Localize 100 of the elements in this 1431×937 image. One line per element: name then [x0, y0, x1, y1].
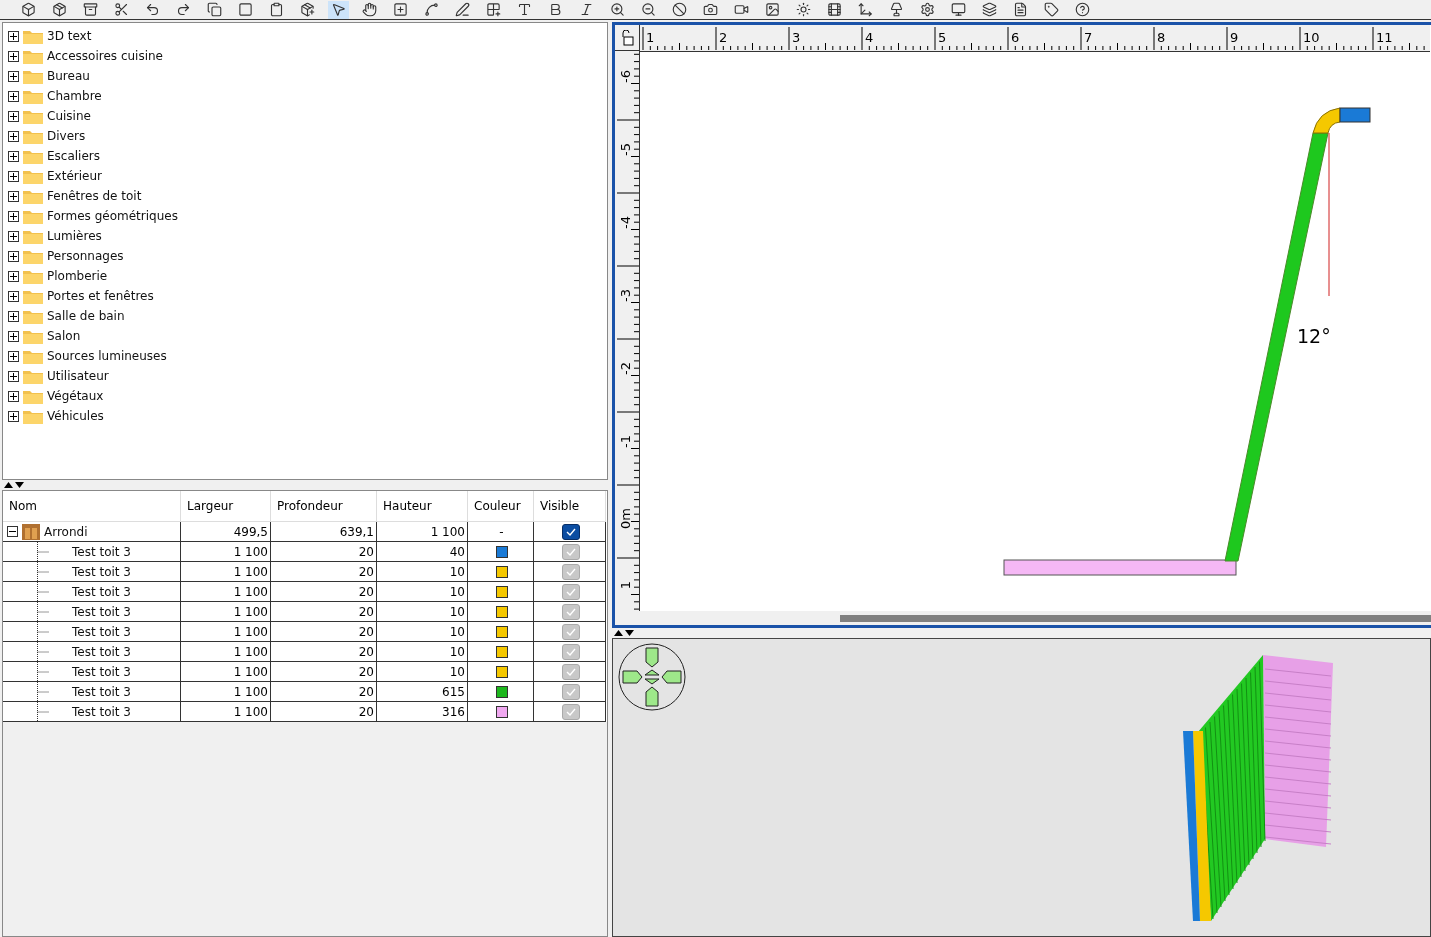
ruler-label: 10 [1303, 30, 1320, 45]
row-name: Test toit 3 [72, 604, 131, 619]
category-label[interactable]: Véhicules [47, 409, 104, 423]
table-cell: - [499, 524, 504, 539]
ruler-label: -6 [618, 70, 633, 83]
category-label[interactable]: Chambre [47, 89, 102, 103]
ruler-label: 4 [865, 30, 874, 45]
visible-checkbox[interactable] [561, 523, 580, 540]
expand-icon[interactable] [8, 410, 19, 422]
folder-icon [23, 168, 43, 184]
angle-label: 12° [1297, 325, 1331, 347]
category-label[interactable]: Divers [47, 129, 86, 143]
expand-icon[interactable] [8, 290, 19, 302]
expand-icon[interactable] [8, 330, 19, 342]
table-cell: 10 [377, 602, 468, 622]
row-name: Arrondi [44, 524, 88, 539]
category-label[interactable]: Salon [47, 329, 81, 343]
ruler-label: 11 [1376, 30, 1393, 45]
expand-icon[interactable] [8, 210, 19, 222]
furniture-piece[interactable] [1224, 132, 1329, 562]
up-arrow-icon[interactable] [614, 630, 623, 636]
expand-icon[interactable] [8, 110, 19, 122]
expand-icon[interactable] [8, 170, 19, 182]
expand-icon[interactable] [8, 130, 19, 142]
expand-icon[interactable] [8, 390, 19, 402]
folder-icon [23, 148, 43, 164]
down-arrow-icon[interactable] [15, 482, 24, 488]
column-header[interactable]: Profondeur [271, 491, 377, 522]
category-label[interactable]: Formes géométriques [47, 209, 178, 223]
ruler-label: 6 [1011, 30, 1020, 45]
column-header[interactable]: Nom [3, 491, 181, 522]
expand-icon[interactable] [8, 190, 19, 202]
column-header[interactable]: Couleur [468, 491, 534, 522]
expand-icon[interactable] [8, 350, 19, 362]
expand-icon[interactable] [8, 310, 19, 322]
category-label[interactable]: Bureau [47, 69, 90, 83]
folder-icon [23, 408, 43, 424]
column-header[interactable]: Visible [534, 491, 606, 522]
ruler-label: 7 [1084, 30, 1093, 45]
row-name: Test toit 3 [72, 564, 131, 579]
category-label[interactable]: Sources lumineuses [47, 349, 167, 363]
expand-icon[interactable] [8, 30, 19, 42]
table-cell: 499,5 [181, 522, 271, 542]
category-label[interactable]: Extérieur [47, 169, 102, 183]
collapse-icon[interactable] [7, 526, 18, 537]
category-label[interactable]: Plomberie [47, 269, 108, 283]
category-label[interactable]: Personnages [47, 249, 124, 263]
folder-icon [23, 348, 43, 364]
table-cell: 20 [271, 562, 377, 582]
expand-icon[interactable] [8, 230, 19, 242]
expand-icon[interactable] [8, 90, 19, 102]
check-icon [565, 567, 576, 576]
pointer-icon[interactable] [328, 0, 349, 19]
row-name: Test toit 3 [72, 644, 131, 659]
up-arrow-icon[interactable] [4, 482, 13, 488]
category-label[interactable]: Lumières [47, 229, 102, 243]
category-label[interactable]: 3D text [47, 29, 92, 43]
expand-icon[interactable] [8, 50, 19, 62]
table-cell: 10 [377, 642, 468, 662]
folder-icon [23, 228, 43, 244]
expand-icon[interactable] [8, 70, 19, 82]
furniture-piece[interactable] [1312, 107, 1341, 134]
category-label[interactable]: Cuisine [47, 109, 91, 123]
folder-icon [23, 108, 43, 124]
table-cell: 1 100 [181, 542, 271, 562]
folder-icon [23, 368, 43, 384]
table-cell: 1 100 [181, 582, 271, 602]
lock-icon[interactable] [620, 29, 634, 46]
ruler-label: -2 [618, 362, 633, 375]
folder-icon [23, 48, 43, 64]
table-cell: 1 100 [181, 562, 271, 582]
furniture-piece[interactable] [1339, 107, 1371, 123]
column-header[interactable]: Largeur [181, 491, 271, 522]
category-label[interactable]: Végétaux [47, 389, 104, 403]
expand-icon[interactable] [8, 250, 19, 262]
category-label[interactable]: Fenêtres de toit [47, 189, 142, 203]
ruler-label: 9 [1230, 30, 1239, 45]
navigation-drawing[interactable] [617, 642, 687, 712]
check-icon [565, 627, 576, 636]
table-cell: 10 [377, 622, 468, 642]
ruler-label: -4 [618, 216, 633, 229]
category-label[interactable]: Accessoires cuisine [47, 49, 163, 63]
check-icon [565, 707, 576, 716]
category-label[interactable]: Portes et fenêtres [47, 289, 154, 303]
column-header[interactable]: Hauteur [377, 491, 468, 522]
scrollbar-thumb[interactable] [840, 614, 1431, 622]
table-cell: 615 [377, 682, 468, 702]
ruler-label: 8 [1157, 30, 1166, 45]
check-icon [565, 647, 576, 656]
folder-icon [23, 88, 43, 104]
expand-icon[interactable] [8, 150, 19, 162]
row-name: Test toit 3 [72, 684, 131, 699]
category-label[interactable]: Utilisateur [47, 369, 109, 383]
expand-icon[interactable] [8, 270, 19, 282]
category-label[interactable]: Salle de bain [47, 309, 125, 323]
folder-icon [23, 268, 43, 284]
expand-icon[interactable] [8, 370, 19, 382]
down-arrow-icon[interactable] [625, 630, 634, 636]
row-name: Test toit 3 [72, 704, 131, 719]
category-label[interactable]: Escaliers [47, 149, 101, 163]
